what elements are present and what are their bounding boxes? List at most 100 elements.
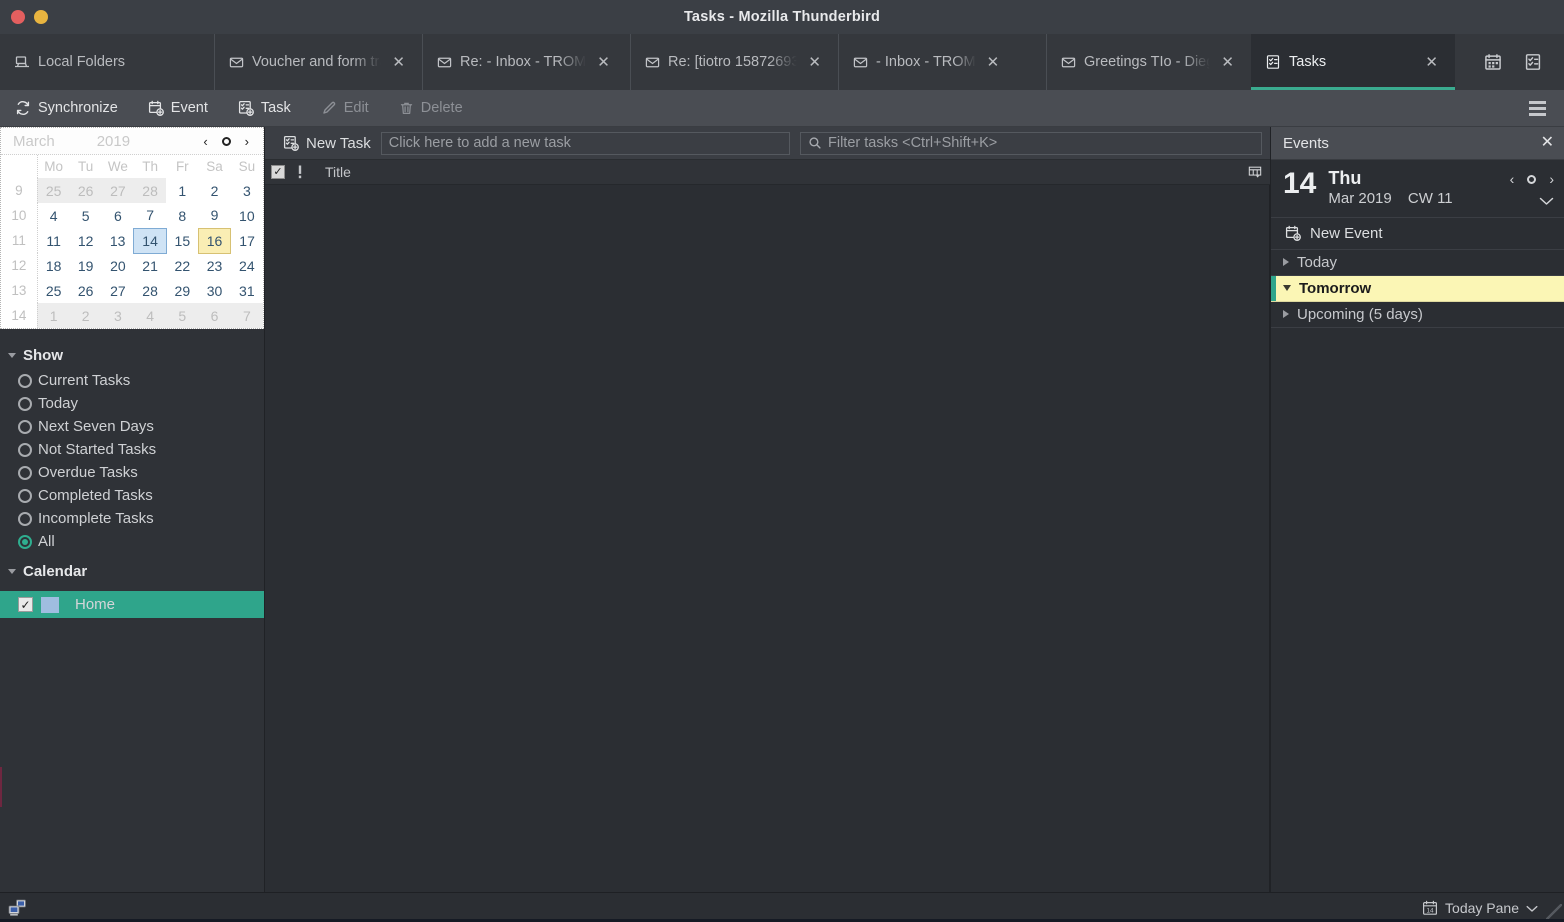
- chevron-down-icon[interactable]: [1539, 194, 1554, 209]
- day-cell[interactable]: 23: [198, 253, 230, 278]
- tab-close-icon[interactable]: ✕: [1218, 53, 1237, 72]
- mini-month-next-icon[interactable]: ›: [245, 135, 249, 148]
- tab-close-icon[interactable]: ✕: [594, 53, 613, 72]
- event-group-today[interactable]: Today: [1271, 250, 1564, 276]
- tab-re-inbox-trom[interactable]: Re: - Inbox - TROM ✕: [422, 34, 630, 90]
- tasks-icon[interactable]: [1524, 53, 1542, 71]
- day-cell[interactable]: 2: [198, 178, 230, 203]
- tab-re-tiotro[interactable]: Re: [tiotro 158726932 ✕: [630, 34, 838, 90]
- day-cell-today[interactable]: 16: [197, 227, 232, 254]
- filter-tasks-input[interactable]: [828, 135, 1254, 151]
- day-cell[interactable]: 22: [166, 253, 198, 278]
- day-cell[interactable]: 9: [198, 203, 230, 228]
- day-cell[interactable]: 3: [101, 303, 134, 328]
- priority-column-icon[interactable]: [295, 165, 305, 179]
- tab-greetings-tlo[interactable]: Greetings TIo - Diego ✕: [1046, 34, 1251, 90]
- day-cell[interactable]: 28: [134, 278, 166, 303]
- event-group-tomorrow[interactable]: Tomorrow: [1271, 275, 1564, 302]
- next-day-icon[interactable]: ›: [1549, 172, 1554, 186]
- task-list[interactable]: [265, 185, 1270, 892]
- day-cell[interactable]: 10: [231, 203, 263, 228]
- filter-all[interactable]: All: [0, 530, 264, 553]
- tab-voucher-and-form[interactable]: Voucher and form tra ✕: [214, 34, 422, 90]
- show-section-header[interactable]: Show: [0, 343, 264, 369]
- tab-inbox-trom[interactable]: - Inbox - TROM ✕: [838, 34, 1046, 90]
- mini-month-calendar[interactable]: March 2019 ‹ › Mo Tu We Th Fr Sa Su 9 25…: [0, 127, 264, 329]
- chevron-down-icon[interactable]: [1526, 900, 1538, 916]
- day-cell[interactable]: 4: [37, 203, 69, 228]
- day-cell[interactable]: 11: [37, 228, 69, 253]
- day-cell[interactable]: 29: [166, 278, 198, 303]
- filter-completed-tasks[interactable]: Completed Tasks: [0, 484, 264, 507]
- tab-tasks[interactable]: Tasks ✕: [1251, 34, 1455, 90]
- day-cell[interactable]: 4: [133, 303, 167, 328]
- network-status-icon[interactable]: [8, 899, 28, 917]
- day-cell[interactable]: 25: [37, 178, 70, 203]
- day-cell[interactable]: 1: [37, 303, 70, 328]
- synchronize-button[interactable]: Synchronize: [0, 90, 133, 126]
- event-group-upcoming[interactable]: Upcoming (5 days): [1271, 302, 1564, 328]
- filter-overdue-tasks[interactable]: Overdue Tasks: [0, 461, 264, 484]
- new-event-button[interactable]: Event: [133, 90, 223, 126]
- day-cell[interactable]: 15: [166, 228, 198, 253]
- filter-today[interactable]: Today: [0, 392, 264, 415]
- delete-button[interactable]: Delete: [384, 90, 478, 126]
- day-cell-selected[interactable]: 14: [133, 227, 167, 254]
- previous-day-icon[interactable]: ‹: [1510, 172, 1515, 186]
- title-column-header[interactable]: Title: [325, 164, 351, 180]
- checkbox-icon[interactable]: ✓: [18, 597, 33, 612]
- minimize-window-button[interactable]: [34, 10, 48, 24]
- mini-month-year-label[interactable]: 2019: [97, 133, 130, 150]
- day-cell[interactable]: 21: [134, 253, 166, 278]
- day-cell[interactable]: 30: [198, 278, 230, 303]
- calendar-icon[interactable]: [1484, 53, 1502, 71]
- day-cell[interactable]: 18: [37, 253, 69, 278]
- day-cell[interactable]: 12: [70, 228, 102, 253]
- close-window-button[interactable]: [11, 10, 25, 24]
- day-cell[interactable]: 20: [102, 253, 134, 278]
- new-task-button[interactable]: Task: [223, 90, 306, 126]
- day-cell[interactable]: 26: [69, 178, 102, 203]
- today-circle-icon[interactable]: [1527, 174, 1537, 184]
- today-pane-toggle[interactable]: 14 Today Pane: [1422, 900, 1564, 916]
- day-cell[interactable]: 5: [166, 303, 199, 328]
- column-picker-icon[interactable]: [1248, 165, 1270, 179]
- day-cell[interactable]: 17: [231, 228, 263, 253]
- new-event-button[interactable]: New Event: [1271, 218, 1564, 250]
- day-cell[interactable]: 6: [102, 203, 134, 228]
- tab-local-folders[interactable]: Local Folders: [0, 34, 214, 90]
- new-task-input[interactable]: [380, 131, 790, 155]
- day-cell[interactable]: 8: [166, 203, 198, 228]
- day-cell[interactable]: 27: [102, 278, 134, 303]
- day-cell[interactable]: 5: [70, 203, 102, 228]
- complete-column-checkbox[interactable]: ✓: [271, 165, 285, 179]
- day-cell[interactable]: 13: [102, 228, 134, 253]
- filter-not-started-tasks[interactable]: Not Started Tasks: [0, 438, 264, 461]
- day-cell[interactable]: 25: [37, 278, 69, 303]
- day-cell[interactable]: 19: [70, 253, 102, 278]
- tab-close-icon[interactable]: ✕: [389, 53, 408, 72]
- filter-current-tasks[interactable]: Current Tasks: [0, 369, 264, 392]
- new-task-label-button[interactable]: New Task: [273, 135, 371, 152]
- tab-close-icon[interactable]: ✕: [1422, 53, 1441, 72]
- day-cell[interactable]: 7: [134, 203, 166, 228]
- mini-month-month-label[interactable]: March: [13, 133, 55, 150]
- calendar-section-header[interactable]: Calendar: [0, 559, 264, 585]
- filter-tasks-field[interactable]: [800, 131, 1262, 155]
- close-icon[interactable]: ✕: [1541, 135, 1554, 151]
- edit-button[interactable]: Edit: [306, 90, 384, 126]
- resize-grip[interactable]: [1546, 904, 1562, 920]
- day-cell[interactable]: 2: [69, 303, 102, 328]
- mini-month-today-icon[interactable]: [221, 136, 231, 146]
- tab-close-icon[interactable]: ✕: [805, 53, 824, 72]
- day-cell[interactable]: 7: [230, 303, 263, 328]
- day-cell[interactable]: 27: [101, 178, 134, 203]
- day-cell[interactable]: 28: [133, 178, 167, 203]
- filter-next-seven-days[interactable]: Next Seven Days: [0, 415, 264, 438]
- filter-incomplete-tasks[interactable]: Incomplete Tasks: [0, 507, 264, 530]
- mini-month-prev-icon[interactable]: ‹: [203, 135, 207, 148]
- day-cell[interactable]: 26: [70, 278, 102, 303]
- day-cell[interactable]: 1: [166, 178, 198, 203]
- day-cell[interactable]: 3: [231, 178, 263, 203]
- calendar-item-home[interactable]: ✓ Home: [0, 591, 264, 618]
